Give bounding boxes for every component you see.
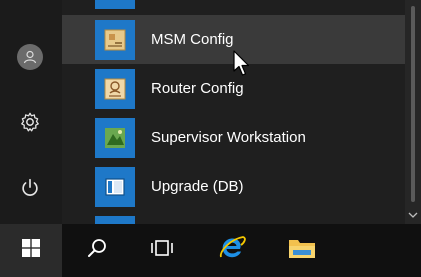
taskbar <box>0 224 421 277</box>
start-menu: MSM Config Router Config Supervisor Work… <box>0 0 421 224</box>
power-icon <box>19 177 41 204</box>
app-item-upgrade-db[interactable]: Upgrade (DB) <box>62 162 405 211</box>
power-button[interactable] <box>5 170 55 210</box>
scrollbar-thumb[interactable] <box>411 6 415 202</box>
internet-explorer-icon <box>217 233 247 268</box>
file-explorer-icon <box>287 235 317 266</box>
task-view-button[interactable] <box>137 224 187 277</box>
file-explorer-button[interactable] <box>277 224 327 277</box>
task-view-icon <box>149 238 175 263</box>
app-list-scrollbar[interactable] <box>405 0 421 224</box>
internet-explorer-button[interactable] <box>207 224 257 277</box>
settings-button[interactable] <box>5 104 55 144</box>
app-label: Upgrade (DB) <box>151 178 244 195</box>
search-button[interactable] <box>72 224 122 277</box>
scroll-down-chevron-icon[interactable] <box>408 206 418 224</box>
search-icon <box>86 237 108 264</box>
app-label: MSM Config <box>151 31 234 48</box>
msm-config-icon <box>95 19 135 60</box>
partial-app-tile <box>95 216 135 224</box>
app-list: MSM Config Router Config Supervisor Work… <box>62 0 405 224</box>
user-avatar-icon <box>17 44 43 70</box>
settings-gear-icon <box>19 111 41 138</box>
app-label: Router Config <box>151 80 244 97</box>
supervisor-workstation-icon <box>95 117 135 158</box>
app-label: Supervisor Workstation <box>151 129 306 146</box>
start-rail <box>0 0 62 224</box>
app-item-supervisor-workstation[interactable]: Supervisor Workstation <box>62 113 405 162</box>
user-account-button[interactable] <box>5 37 55 77</box>
mouse-cursor-icon <box>232 50 252 78</box>
partial-app-tile <box>95 0 135 9</box>
router-config-icon <box>95 68 135 109</box>
windows-start-icon <box>21 238 41 263</box>
start-button[interactable] <box>0 224 62 277</box>
upgrade-db-icon <box>95 166 135 207</box>
